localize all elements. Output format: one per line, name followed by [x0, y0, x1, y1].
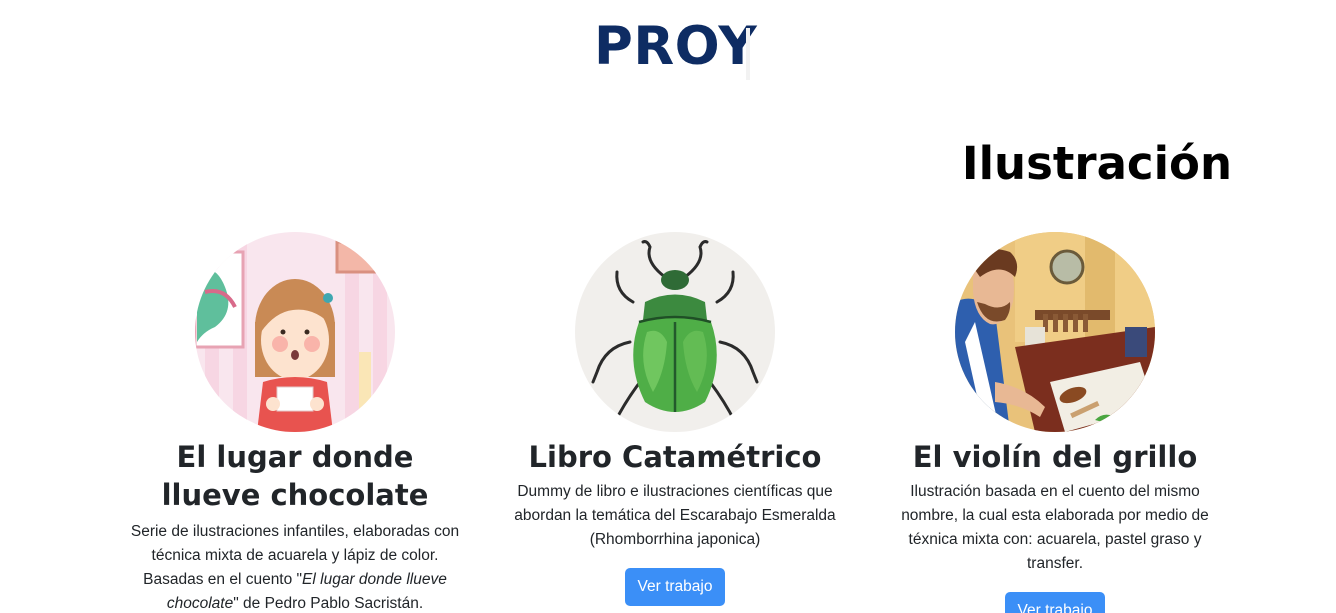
violin-maker-illustration-icon[interactable] [955, 232, 1155, 432]
ver-trabajo-button[interactable]: Ver trabajo [1004, 592, 1106, 613]
beetle-illustration-icon[interactable] [575, 232, 775, 432]
card-title: El lugar donde llueve chocolate [161, 440, 429, 512]
text-caret [746, 28, 750, 80]
page: PROY Ilustración El lugar donde llueve c… [0, 0, 1336, 613]
page-title: PROY [594, 16, 758, 77]
ver-trabajo-button[interactable]: Ver trabajo [624, 568, 726, 606]
project-card-violin: El violín del grillo Ilustración basada … [880, 232, 1230, 613]
card-description: Serie de ilustraciones infantiles, elabo… [123, 520, 468, 613]
card-title: Libro Catamétrico [528, 440, 822, 474]
project-card-catametrico: Libro Catamétrico Dummy de libro e ilust… [500, 232, 850, 606]
card-description-text-end: " de Pedro Pablo Sacristán. [233, 595, 424, 612]
project-card-chocolate: El lugar donde llueve chocolate Serie de… [120, 232, 470, 613]
card-title: El violín del grillo [912, 440, 1198, 474]
card-description: Ilustración basada en el cuento del mism… [901, 483, 1209, 572]
girl-illustration-icon[interactable] [195, 232, 395, 432]
card-description: Dummy de libro e ilustraciones científic… [514, 483, 836, 548]
section-title: Ilustración [961, 137, 1232, 190]
